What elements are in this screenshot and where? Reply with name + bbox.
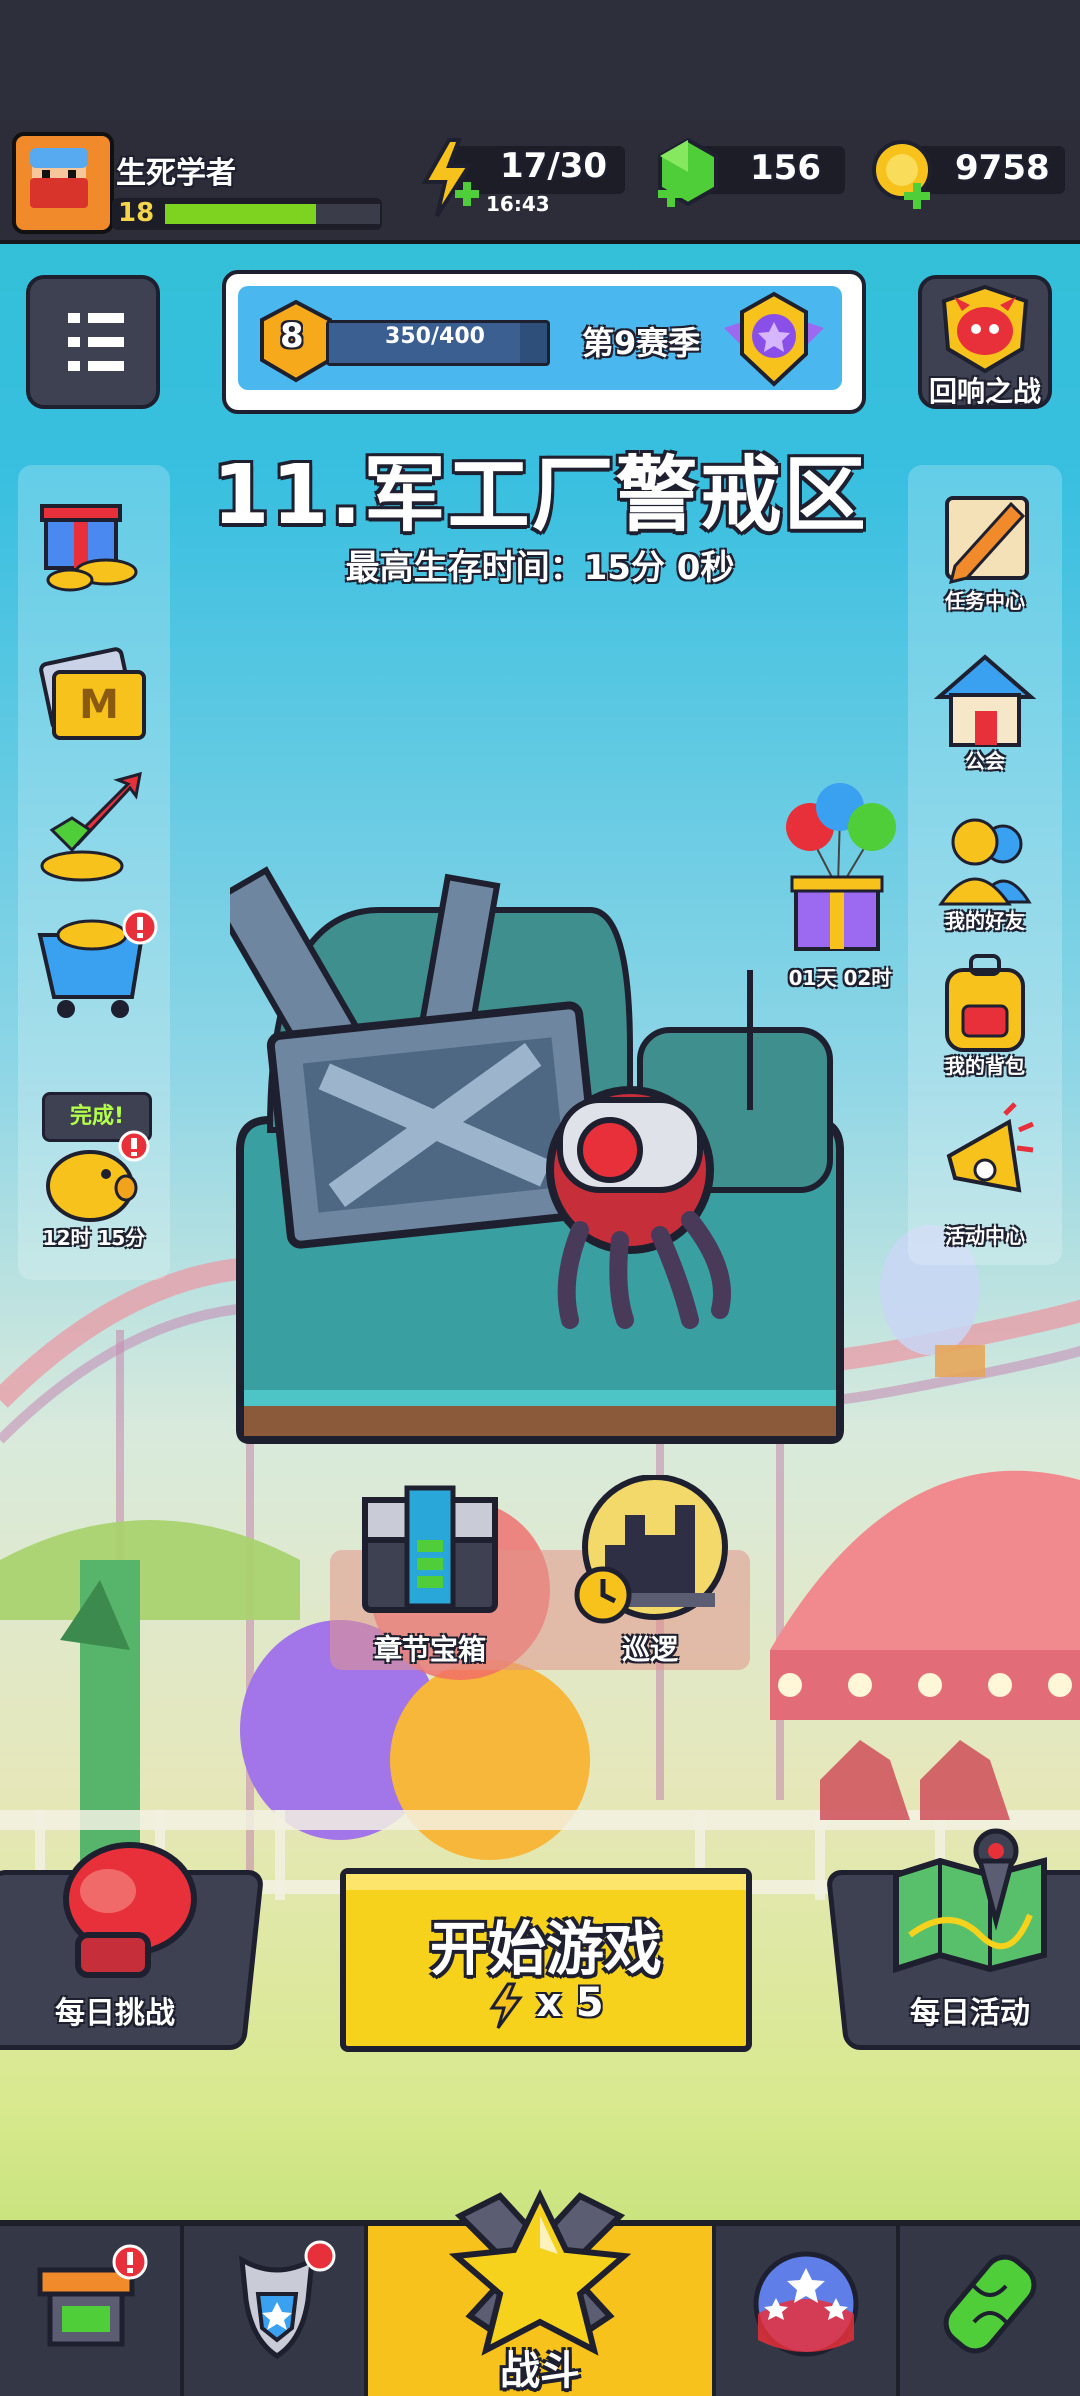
gems-value: 156: [750, 148, 821, 188]
daily-event-label: 每日活动: [910, 1996, 1030, 2031]
monthly-card-icon[interactable]: M: [32, 640, 152, 750]
nav-equipment[interactable]: [184, 2226, 368, 2396]
season-banner[interactable]: 8 350/400 第9赛季: [222, 270, 866, 414]
list-icon: [68, 313, 124, 371]
patrol-label: 巡逻: [621, 1633, 678, 1666]
bottom-navigation: 战斗: [0, 2189, 1080, 2396]
boxing-glove-icon: [63, 1842, 197, 1978]
stage-preview-illustration[interactable]: [230, 850, 850, 1450]
star-orb-icon: [753, 2251, 859, 2357]
season-emblem-icon: [724, 291, 824, 387]
start-game-highlight: [346, 1874, 746, 1890]
start-game-label: 开始游戏: [429, 1915, 662, 1983]
ninja-avatar-icon: [30, 148, 88, 208]
player-avatar[interactable]: [12, 132, 114, 234]
coins-value: 9758: [955, 148, 1050, 188]
backpack-label: 我的背包: [945, 1054, 1025, 1078]
start-game-button[interactable]: 开始游戏 x 5: [340, 1868, 752, 2052]
player-level: 18: [118, 198, 155, 228]
season-progress-text: 350/400: [385, 324, 485, 349]
piggy-bank-icon[interactable]: [34, 1130, 154, 1230]
energy-value: 17/30: [500, 146, 608, 186]
dna-capsule-icon: [943, 2254, 1037, 2354]
shield-badge-icon: [239, 2240, 336, 2359]
menu-button[interactable]: [26, 275, 160, 409]
friends-label: 我的好友: [945, 909, 1025, 933]
chapter-chest-icon[interactable]: [355, 1480, 505, 1620]
piggy-timer: 12时 15分: [42, 1226, 146, 1250]
season-label: 第9赛季: [582, 324, 701, 362]
nav-battle[interactable]: 战斗: [368, 2189, 716, 2396]
patrol-icon[interactable]: [565, 1475, 735, 1625]
daily-challenge-label: 每日挑战: [55, 1996, 175, 2031]
backpack-icon[interactable]: [925, 950, 1045, 1060]
xp-bar-track: [165, 204, 380, 224]
start-game-cost: x 5: [536, 1980, 604, 2026]
season-rank: 8: [280, 316, 304, 356]
task-center-label: 任务中心: [945, 589, 1025, 613]
shop-cart-icon[interactable]: [32, 905, 162, 1035]
guild-label: 公会: [965, 749, 1005, 773]
echo-battle-label: 回响之战: [928, 375, 1041, 408]
status-bar-area: [0, 0, 1080, 120]
energy-cost-icon: [489, 1982, 523, 2029]
growth-fund-icon[interactable]: [32, 770, 152, 890]
svg-text:M: M: [79, 682, 119, 728]
map-pin-icon: [893, 1828, 1047, 1974]
task-scroll-icon[interactable]: [925, 488, 1045, 588]
top-header: 生死学者 18 17/30 16:43 156 9758: [0, 120, 1080, 244]
event-megaphone-icon[interactable]: [925, 1100, 1045, 1210]
nav-shop[interactable]: [0, 2226, 184, 2396]
green-gem-icon[interactable]: [652, 134, 724, 214]
gold-coin-icon[interactable]: [868, 136, 940, 216]
player-name: 生死学者: [116, 156, 236, 191]
shop-stall-icon: [37, 2244, 148, 2347]
chapter-chest-label: 章节宝箱: [373, 1633, 486, 1666]
nav-talent[interactable]: [716, 2226, 900, 2396]
energy-timer: 16:43: [486, 192, 550, 216]
event-center-label: 活动中心: [945, 1224, 1025, 1248]
gift-coins-icon[interactable]: [32, 488, 152, 596]
red-demon-shield-icon: [941, 284, 1029, 374]
guild-house-icon[interactable]: [925, 645, 1045, 755]
xp-bar-fill: [165, 204, 316, 224]
nav-evolution[interactable]: [900, 2226, 1080, 2396]
nav-battle-label: 战斗: [500, 2348, 580, 2394]
lightning-icon[interactable]: [415, 136, 485, 220]
friends-icon[interactable]: [925, 810, 1045, 910]
